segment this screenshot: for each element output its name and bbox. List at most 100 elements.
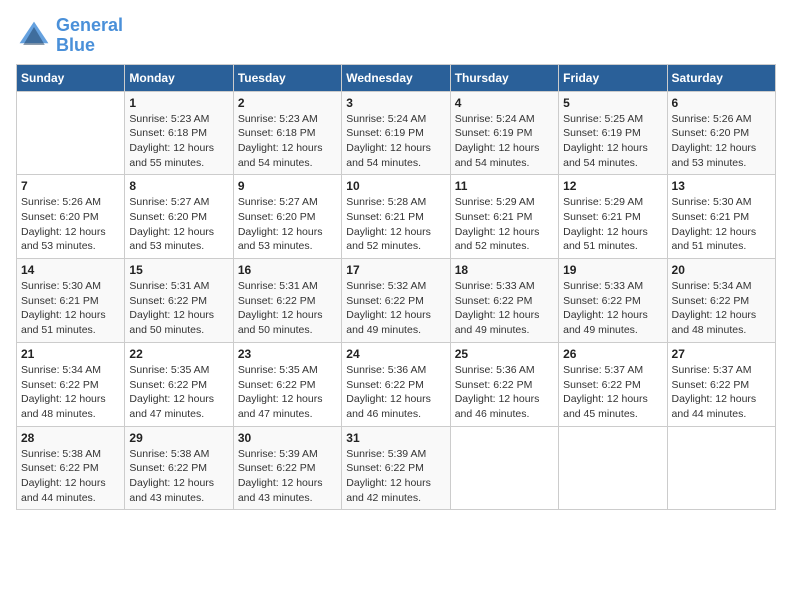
day-number: 7	[21, 179, 120, 193]
day-number: 26	[563, 347, 662, 361]
day-info: Sunrise: 5:23 AM Sunset: 6:18 PM Dayligh…	[238, 112, 337, 171]
day-info: Sunrise: 5:23 AM Sunset: 6:18 PM Dayligh…	[129, 112, 228, 171]
day-cell	[667, 426, 775, 510]
day-cell: 28 Sunrise: 5:38 AM Sunset: 6:22 PM Dayli…	[17, 426, 125, 510]
day-number: 20	[672, 263, 771, 277]
day-cell: 17Sunrise: 5:32 AM Sunset: 6:22 PM Dayli…	[342, 259, 450, 343]
header-tuesday: Tuesday	[233, 64, 341, 91]
day-cell: 19 Sunrise: 5:33 AM Sunset: 6:22 PM Dayli…	[559, 259, 667, 343]
week-row-1: 1 Sunrise: 5:23 AM Sunset: 6:18 PM Daylig…	[17, 91, 776, 175]
day-cell: 16 Sunrise: 5:31 AM Sunset: 6:22 PM Dayli…	[233, 259, 341, 343]
day-info: Sunrise: 5:30 AM Sunset: 6:21 PM Dayligh…	[672, 195, 771, 254]
day-cell: 21 Sunrise: 5:34 AM Sunset: 6:22 PM Dayli…	[17, 342, 125, 426]
day-number: 9	[238, 179, 337, 193]
day-number: 10	[346, 179, 445, 193]
day-info: Sunrise: 5:38 AM Sunset: 6:22 PM Dayligh…	[129, 447, 228, 506]
page-header: General Blue	[16, 16, 776, 56]
day-info: Sunrise: 5:36 AM Sunset: 6:22 PM Dayligh…	[455, 363, 554, 422]
day-number: 31	[346, 431, 445, 445]
day-info: Sunrise: 5:33 AM Sunset: 6:22 PM Dayligh…	[563, 279, 662, 338]
day-cell	[559, 426, 667, 510]
day-info: Sunrise: 5:24 AM Sunset: 6:19 PM Dayligh…	[455, 112, 554, 171]
day-number: 28	[21, 431, 120, 445]
day-number: 25	[455, 347, 554, 361]
calendar-header-row: SundayMondayTuesdayWednesdayThursdayFrid…	[17, 64, 776, 91]
day-info: Sunrise: 5:28 AM Sunset: 6:21 PM Dayligh…	[346, 195, 445, 254]
day-number: 23	[238, 347, 337, 361]
day-cell: 29 Sunrise: 5:38 AM Sunset: 6:22 PM Dayli…	[125, 426, 233, 510]
day-cell: 14 Sunrise: 5:30 AM Sunset: 6:21 PM Dayli…	[17, 259, 125, 343]
day-number: 30	[238, 431, 337, 445]
week-row-3: 14 Sunrise: 5:30 AM Sunset: 6:21 PM Dayli…	[17, 259, 776, 343]
header-sunday: Sunday	[17, 64, 125, 91]
day-cell: 11 Sunrise: 5:29 AM Sunset: 6:21 PM Dayli…	[450, 175, 558, 259]
day-info: Sunrise: 5:27 AM Sunset: 6:20 PM Dayligh…	[129, 195, 228, 254]
day-info: Sunrise: 5:37 AM Sunset: 6:22 PM Dayligh…	[672, 363, 771, 422]
day-info: Sunrise: 5:36 AM Sunset: 6:22 PM Dayligh…	[346, 363, 445, 422]
day-info: Sunrise: 5:29 AM Sunset: 6:21 PM Dayligh…	[455, 195, 554, 254]
header-saturday: Saturday	[667, 64, 775, 91]
day-number: 11	[455, 179, 554, 193]
day-info: Sunrise: 5:34 AM Sunset: 6:22 PM Dayligh…	[672, 279, 771, 338]
logo: General Blue	[16, 16, 123, 56]
day-number: 1	[129, 96, 228, 110]
day-cell: 27Sunrise: 5:37 AM Sunset: 6:22 PM Dayli…	[667, 342, 775, 426]
header-wednesday: Wednesday	[342, 64, 450, 91]
day-number: 3	[346, 96, 445, 110]
day-number: 18	[455, 263, 554, 277]
day-info: Sunrise: 5:25 AM Sunset: 6:19 PM Dayligh…	[563, 112, 662, 171]
day-cell: 9 Sunrise: 5:27 AM Sunset: 6:20 PM Daylig…	[233, 175, 341, 259]
day-info: Sunrise: 5:26 AM Sunset: 6:20 PM Dayligh…	[672, 112, 771, 171]
day-info: Sunrise: 5:26 AM Sunset: 6:20 PM Dayligh…	[21, 195, 120, 254]
day-number: 5	[563, 96, 662, 110]
day-number: 13	[672, 179, 771, 193]
week-row-4: 21 Sunrise: 5:34 AM Sunset: 6:22 PM Dayli…	[17, 342, 776, 426]
day-info: Sunrise: 5:31 AM Sunset: 6:22 PM Dayligh…	[238, 279, 337, 338]
day-cell: 22Sunrise: 5:35 AM Sunset: 6:22 PM Dayli…	[125, 342, 233, 426]
header-thursday: Thursday	[450, 64, 558, 91]
day-number: 29	[129, 431, 228, 445]
day-info: Sunrise: 5:39 AM Sunset: 6:22 PM Dayligh…	[346, 447, 445, 506]
day-number: 16	[238, 263, 337, 277]
day-number: 4	[455, 96, 554, 110]
day-cell	[450, 426, 558, 510]
day-cell: 13 Sunrise: 5:30 AM Sunset: 6:21 PM Dayli…	[667, 175, 775, 259]
day-info: Sunrise: 5:24 AM Sunset: 6:19 PM Dayligh…	[346, 112, 445, 171]
day-number: 12	[563, 179, 662, 193]
day-number: 8	[129, 179, 228, 193]
day-cell: 23Sunrise: 5:35 AM Sunset: 6:22 PM Dayli…	[233, 342, 341, 426]
day-number: 21	[21, 347, 120, 361]
day-cell: 18 Sunrise: 5:33 AM Sunset: 6:22 PM Dayli…	[450, 259, 558, 343]
day-cell: 10 Sunrise: 5:28 AM Sunset: 6:21 PM Dayli…	[342, 175, 450, 259]
day-cell: 20 Sunrise: 5:34 AM Sunset: 6:22 PM Dayli…	[667, 259, 775, 343]
day-cell: 5 Sunrise: 5:25 AM Sunset: 6:19 PM Daylig…	[559, 91, 667, 175]
day-cell: 12 Sunrise: 5:29 AM Sunset: 6:21 PM Dayli…	[559, 175, 667, 259]
day-info: Sunrise: 5:38 AM Sunset: 6:22 PM Dayligh…	[21, 447, 120, 506]
day-cell	[17, 91, 125, 175]
day-info: Sunrise: 5:32 AM Sunset: 6:22 PM Dayligh…	[346, 279, 445, 338]
day-cell: 25 Sunrise: 5:36 AM Sunset: 6:22 PM Dayli…	[450, 342, 558, 426]
logo-text: General Blue	[56, 16, 123, 56]
day-info: Sunrise: 5:37 AM Sunset: 6:22 PM Dayligh…	[563, 363, 662, 422]
day-info: Sunrise: 5:29 AM Sunset: 6:21 PM Dayligh…	[563, 195, 662, 254]
day-number: 14	[21, 263, 120, 277]
day-info: Sunrise: 5:30 AM Sunset: 6:21 PM Dayligh…	[21, 279, 120, 338]
day-number: 6	[672, 96, 771, 110]
day-cell: 3 Sunrise: 5:24 AM Sunset: 6:19 PM Daylig…	[342, 91, 450, 175]
day-cell: 8 Sunrise: 5:27 AM Sunset: 6:20 PM Daylig…	[125, 175, 233, 259]
week-row-5: 28 Sunrise: 5:38 AM Sunset: 6:22 PM Dayli…	[17, 426, 776, 510]
day-info: Sunrise: 5:34 AM Sunset: 6:22 PM Dayligh…	[21, 363, 120, 422]
day-number: 24	[346, 347, 445, 361]
day-cell: 2Sunrise: 5:23 AM Sunset: 6:18 PM Daylig…	[233, 91, 341, 175]
day-cell: 1 Sunrise: 5:23 AM Sunset: 6:18 PM Daylig…	[125, 91, 233, 175]
day-cell: 6 Sunrise: 5:26 AM Sunset: 6:20 PM Daylig…	[667, 91, 775, 175]
day-info: Sunrise: 5:27 AM Sunset: 6:20 PM Dayligh…	[238, 195, 337, 254]
day-cell: 30Sunrise: 5:39 AM Sunset: 6:22 PM Dayli…	[233, 426, 341, 510]
day-info: Sunrise: 5:35 AM Sunset: 6:22 PM Dayligh…	[129, 363, 228, 422]
header-monday: Monday	[125, 64, 233, 91]
day-info: Sunrise: 5:33 AM Sunset: 6:22 PM Dayligh…	[455, 279, 554, 338]
day-number: 15	[129, 263, 228, 277]
day-number: 19	[563, 263, 662, 277]
day-cell: 26 Sunrise: 5:37 AM Sunset: 6:22 PM Dayli…	[559, 342, 667, 426]
day-info: Sunrise: 5:31 AM Sunset: 6:22 PM Dayligh…	[129, 279, 228, 338]
